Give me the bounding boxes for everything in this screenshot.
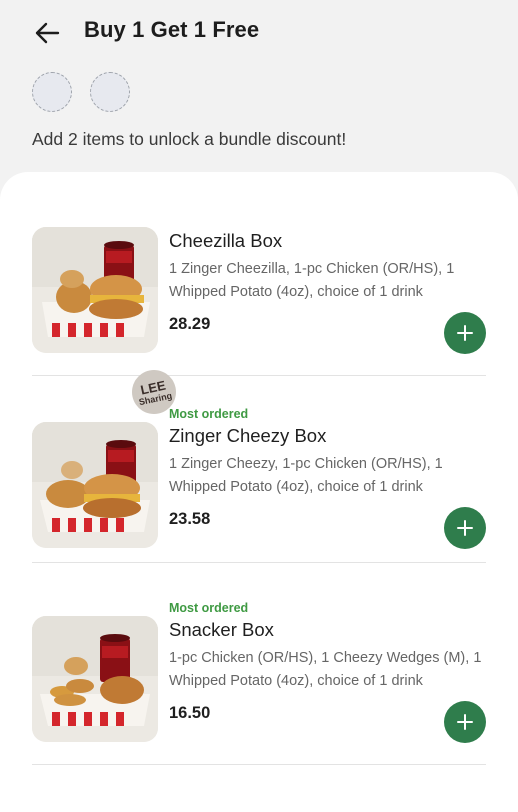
item-name: Cheezilla Box: [169, 230, 283, 251]
meal-image: [32, 422, 158, 548]
menu-item[interactable]: Most ordered Snacker Box 1-pc Chicken (O…: [32, 561, 486, 765]
plus-icon: [457, 714, 473, 730]
page-title: Buy 1 Get 1 Free: [84, 17, 260, 42]
bundle-message: Add 2 items to unlock a bundle discount!: [32, 129, 347, 149]
meal-image: [32, 616, 158, 742]
item-description: 1 Zinger Cheezy, 1-pc Chicken (OR/HS), 1…: [169, 456, 443, 495]
bundle-slot-2: [90, 72, 130, 112]
arrow-left-icon: [35, 22, 60, 44]
back-button[interactable]: [30, 16, 64, 50]
item-price: 16.50: [169, 704, 211, 722]
item-badge: Most ordered: [169, 407, 249, 421]
item-badge: Most ordered: [169, 601, 249, 615]
menu-item[interactable]: Cheezilla Box 1 Zinger Cheezilla, 1-pc C…: [32, 172, 486, 376]
add-button[interactable]: [444, 312, 486, 354]
plus-icon: [457, 520, 473, 536]
item-description: 1-pc Chicken (OR/HS), 1 Cheezy Wedges (M…: [169, 650, 482, 689]
item-description: 1 Zinger Cheezilla, 1-pc Chicken (OR/HS)…: [169, 261, 455, 300]
item-price: 23.58: [169, 510, 211, 528]
meal-image: [32, 227, 158, 353]
menu-item[interactable]: LEE Sharing Most ordered Zinger Cheezy B…: [32, 365, 486, 563]
item-price: 28.29: [169, 315, 211, 333]
header: Buy 1 Get 1 Free Add 2 items to unlock a…: [0, 0, 518, 175]
menu-list-sheet: Cheezilla Box 1 Zinger Cheezilla, 1-pc C…: [0, 172, 518, 812]
plus-icon: [457, 325, 473, 341]
bundle-slot-1: [32, 72, 72, 112]
add-button[interactable]: [444, 507, 486, 549]
add-button[interactable]: [444, 701, 486, 743]
item-name: Zinger Cheezy Box: [169, 425, 327, 446]
item-name: Snacker Box: [169, 619, 274, 640]
item-divider: [32, 764, 486, 765]
